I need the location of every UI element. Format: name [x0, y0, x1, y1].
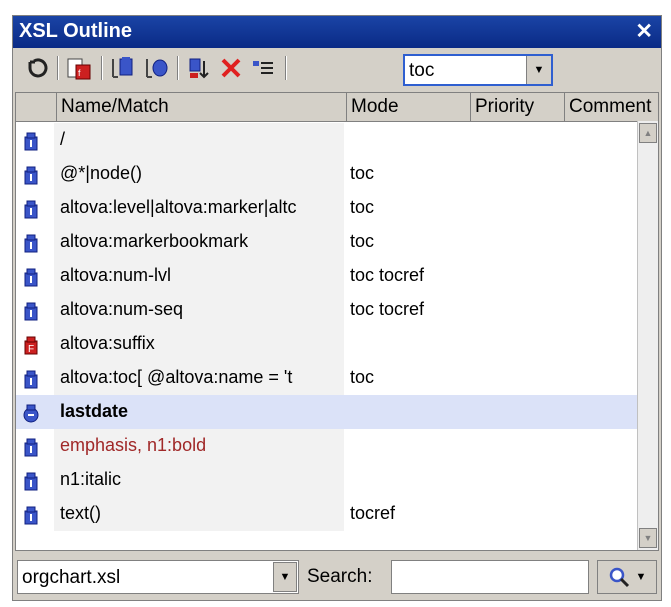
- mode-text: toc: [350, 163, 375, 183]
- list-item[interactable]: emphasis, n1:bold: [16, 429, 638, 463]
- name-match-text: altova:level|altova:marker|altc: [60, 197, 297, 217]
- toolbar-separator: [285, 56, 287, 80]
- list-item[interactable]: /: [16, 123, 638, 157]
- name-match-text: altova:markerbookmark: [60, 231, 249, 251]
- column-header-comment[interactable]: Comment: [564, 93, 658, 121]
- column-header-mode[interactable]: Mode: [346, 93, 470, 121]
- match-template-icon: [24, 506, 38, 525]
- svg-text:F: F: [28, 344, 34, 355]
- name-match-text: lastdate: [60, 401, 129, 421]
- file-select-value: orgchart.xsl: [22, 567, 121, 588]
- vertical-scrollbar[interactable]: ▲ ▼: [637, 121, 658, 550]
- mode-text: toc tocref: [350, 265, 425, 285]
- list-item[interactable]: @*|node() toc: [16, 157, 638, 191]
- name-match-text: emphasis, n1:bold: [60, 435, 207, 455]
- title-bar: XSL Outline ✕: [13, 16, 661, 48]
- match-template-icon: [24, 472, 38, 491]
- toolbar: f toc ▼: [13, 48, 661, 88]
- chevron-down-icon: ▼: [635, 571, 647, 583]
- template-calls-icon[interactable]: f: [65, 54, 93, 82]
- match-template-icon: [24, 302, 38, 321]
- match-template-icon: [24, 132, 38, 151]
- delete-icon[interactable]: [217, 54, 245, 82]
- list-icon[interactable]: [249, 54, 277, 82]
- chevron-down-icon[interactable]: ▼: [273, 562, 297, 592]
- match-template-icon: [24, 166, 38, 185]
- name-match-text: /: [60, 129, 66, 149]
- mode-text: toc: [350, 197, 375, 217]
- toolbar-separator: [57, 56, 59, 80]
- column-header-name-match[interactable]: Name/Match: [56, 93, 346, 121]
- list-item[interactable]: n1:italic: [16, 463, 638, 497]
- window-title: XSL Outline: [19, 20, 132, 42]
- list-header: Name/Match Mode Priority Comment: [16, 93, 658, 122]
- mode-text: tocref: [350, 503, 396, 523]
- list-item[interactable]: altova:toc[ @altova:name = 't toc: [16, 361, 638, 395]
- chevron-down-icon[interactable]: ▼: [526, 56, 551, 84]
- name-match-text: @*|node(): [60, 163, 142, 183]
- file-select[interactable]: orgchart.xsl ▼: [17, 560, 299, 594]
- match-template-icon: [24, 234, 38, 253]
- name-match-text: text(): [60, 503, 102, 523]
- xsl-outline-window: XSL Outline ✕ f toc ▼ Name/Match Mode Pr…: [12, 15, 662, 601]
- search-icon: [609, 567, 629, 588]
- template-list: Name/Match Mode Priority Comment / @*|no…: [15, 92, 659, 551]
- list-item[interactable]: F altova:suffix: [16, 327, 638, 361]
- toolbar-separator: [101, 56, 103, 80]
- list-rows: / @*|node() toc altova:level|altova:mark…: [16, 121, 638, 550]
- bottom-bar: orgchart.xsl ▼ Search: ▼: [13, 556, 661, 600]
- search-input[interactable]: [391, 560, 589, 594]
- list-item[interactable]: altova:level|altova:marker|altc toc: [16, 191, 638, 225]
- match-template-icon: [24, 438, 38, 457]
- xsl-outline-panel: XSL Outline ✕ f toc ▼ Name/Match Mode Pr…: [0, 0, 671, 607]
- name-match-text: n1:italic: [60, 469, 122, 489]
- list-item[interactable]: altova:num-lvl toc tocref: [16, 259, 638, 293]
- named-template-icon[interactable]: [109, 54, 137, 82]
- close-icon[interactable]: ✕: [635, 19, 653, 44]
- mode-select[interactable]: toc ▼: [403, 54, 553, 86]
- list-item[interactable]: altova:num-seq toc tocref: [16, 293, 638, 327]
- match-template-icon[interactable]: [143, 54, 171, 82]
- mode-text: toc tocref: [350, 299, 425, 319]
- mode-text: toc: [350, 367, 375, 387]
- search-button[interactable]: ▼: [597, 560, 657, 594]
- name-match-text: altova:suffix: [60, 333, 155, 353]
- named-template-icon: [23, 404, 39, 423]
- name-match-text: altova:num-seq: [60, 299, 184, 319]
- scroll-down-icon[interactable]: ▼: [639, 528, 657, 548]
- toolbar-separator: [177, 56, 179, 80]
- sync-icon[interactable]: [23, 54, 51, 82]
- list-item-selected[interactable]: lastdate: [16, 395, 638, 429]
- column-header-priority[interactable]: Priority: [470, 93, 564, 121]
- match-template-icon: [24, 200, 38, 219]
- match-template-icon: [24, 268, 38, 287]
- search-label: Search:: [307, 566, 373, 587]
- mode-text: toc: [350, 231, 375, 251]
- scroll-up-icon[interactable]: ▲: [639, 123, 657, 143]
- name-match-text: altova:toc[ @altova:name = 't: [60, 367, 293, 387]
- name-match-text: altova:num-lvl: [60, 265, 172, 285]
- match-template-icon: [24, 370, 38, 389]
- mode-select-value: toc: [409, 60, 435, 81]
- sort-icon[interactable]: [185, 54, 213, 82]
- list-item[interactable]: text() tocref: [16, 497, 638, 531]
- function-template-icon: F: [24, 336, 38, 355]
- list-item[interactable]: altova:markerbookmark toc: [16, 225, 638, 259]
